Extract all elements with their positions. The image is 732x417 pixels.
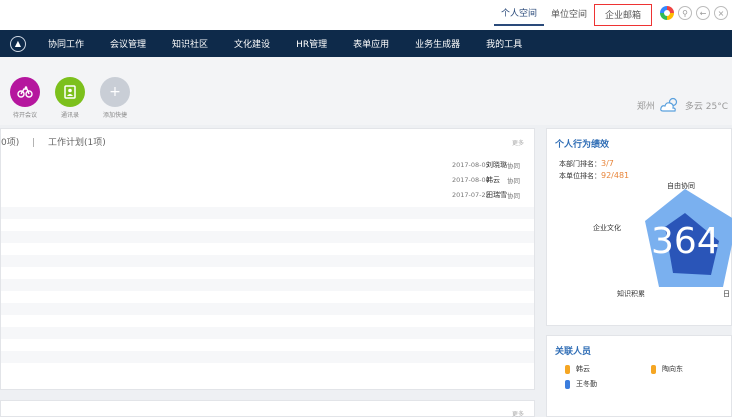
list-item[interactable]: 2017-08-05 刘晓璐 协同 [1,157,534,172]
quick-add-label: 添加快捷 [102,112,127,119]
person-item[interactable]: 陶向东 [651,364,683,374]
person-name: 陶向东 [662,365,683,373]
item-person: 刘晓璐 [486,160,507,169]
quick-contacts[interactable]: 通讯录 [48,77,92,119]
quick-contacts-label: 通讯录 [60,112,79,119]
person-item[interactable]: 王冬勤 [565,379,597,389]
person-name: 韩云 [576,365,590,373]
empty-rows [1,207,534,375]
work-list-card: 0项) | 工作计划(1项) 更多 2017-08-05 刘晓璐 协同 2017… [0,128,535,390]
axis-label: 自由协同 [667,182,695,190]
list-item[interactable]: 2017-08-04 韩云 协同 [1,172,534,187]
axis-label: 知识积累 [617,290,645,298]
tab-pending[interactable]: 0项) [1,138,19,148]
plus-icon: + [100,77,130,107]
quick-access-bar: 待开会议 通讯录 + 添加快捷 郑州 多云 25°C [0,57,732,125]
secondary-card: 更多 [0,400,535,417]
unit-space-link[interactable]: 单位空间 [544,4,594,26]
work-list: 2017-08-05 刘晓璐 协同 2017-08-04 韩云 协同 2017-… [1,157,534,202]
main-nav: ▲ 协同工作 会议管理 知识社区 文化建设 HR管理 表单应用 业务生成器 我的… [0,30,732,57]
more-link[interactable]: 更多 [512,138,524,147]
back-icon[interactable]: ← [696,6,710,20]
tab-separator: | [32,138,36,148]
nav-meeting[interactable]: 会议管理 [110,37,146,50]
meeting-bike-icon [10,77,40,107]
weather-city: 郑州 [636,101,655,112]
nav-knowledge[interactable]: 知识社区 [172,37,208,50]
nav-my-tools[interactable]: 我的工具 [486,37,522,50]
performance-score: 364 [651,221,720,262]
space-links: 个人空间 单位空间 企业邮箱 [493,0,652,30]
nav-business-generator[interactable]: 业务生成器 [415,37,460,50]
axis-label: 日 [723,290,730,298]
person-icon [565,364,570,374]
person-icon [651,364,656,374]
weather-text: 多云 25°C [684,101,728,112]
cloud-sun-icon [660,97,677,112]
related-people-title: 关联人员 [555,347,592,357]
personal-space-link[interactable]: 个人空间 [493,4,544,26]
nav-culture[interactable]: 文化建设 [234,37,270,50]
item-person: 田瑞雪 [486,190,507,199]
close-icon[interactable]: × [714,6,728,20]
performance-panel: 个人行为绩效 本部门排名：3/7 本单位排名：92/481 364 自由协同 企… [546,128,732,326]
person-name: 王冬勤 [576,380,597,388]
enterprise-mail-link[interactable]: 企业邮箱 [594,4,652,26]
quick-meeting[interactable]: 待开会议 [3,77,47,119]
nav-collaboration[interactable]: 协同工作 [48,37,84,50]
logo-icon[interactable]: ▲ [10,35,26,52]
more-link-2[interactable]: 更多 [512,409,524,417]
quick-meeting-label: 待开会议 [12,112,37,119]
theme-color-icon[interactable] [660,6,674,20]
person-item[interactable]: 韩云 [565,364,590,374]
axis-label: 企业文化 [593,224,621,232]
person-icon [565,379,570,389]
search-icon[interactable]: ⚲ [678,6,692,20]
related-people-panel: 关联人员 韩云 陶向东 王冬勤 [546,335,732,417]
nav-hr[interactable]: HR管理 [296,37,327,50]
quick-add[interactable]: + 添加快捷 [93,77,137,119]
tab-work-plan[interactable]: 工作计划(1项) [48,138,106,148]
work-tabs: 0项) | 工作计划(1项) [1,135,106,148]
item-person: 韩云 [486,175,500,184]
top-bar: 个人空间 单位空间 企业邮箱 ⚲ ← × [0,0,732,30]
top-icons: ⚲ ← × [660,6,728,20]
address-book-icon [55,77,85,107]
nav-forms[interactable]: 表单应用 [353,37,389,50]
weather-widget: 郑州 多云 25°C [637,97,728,113]
list-item[interactable]: 2017-07-22 田瑞雪 协同 [1,187,534,202]
